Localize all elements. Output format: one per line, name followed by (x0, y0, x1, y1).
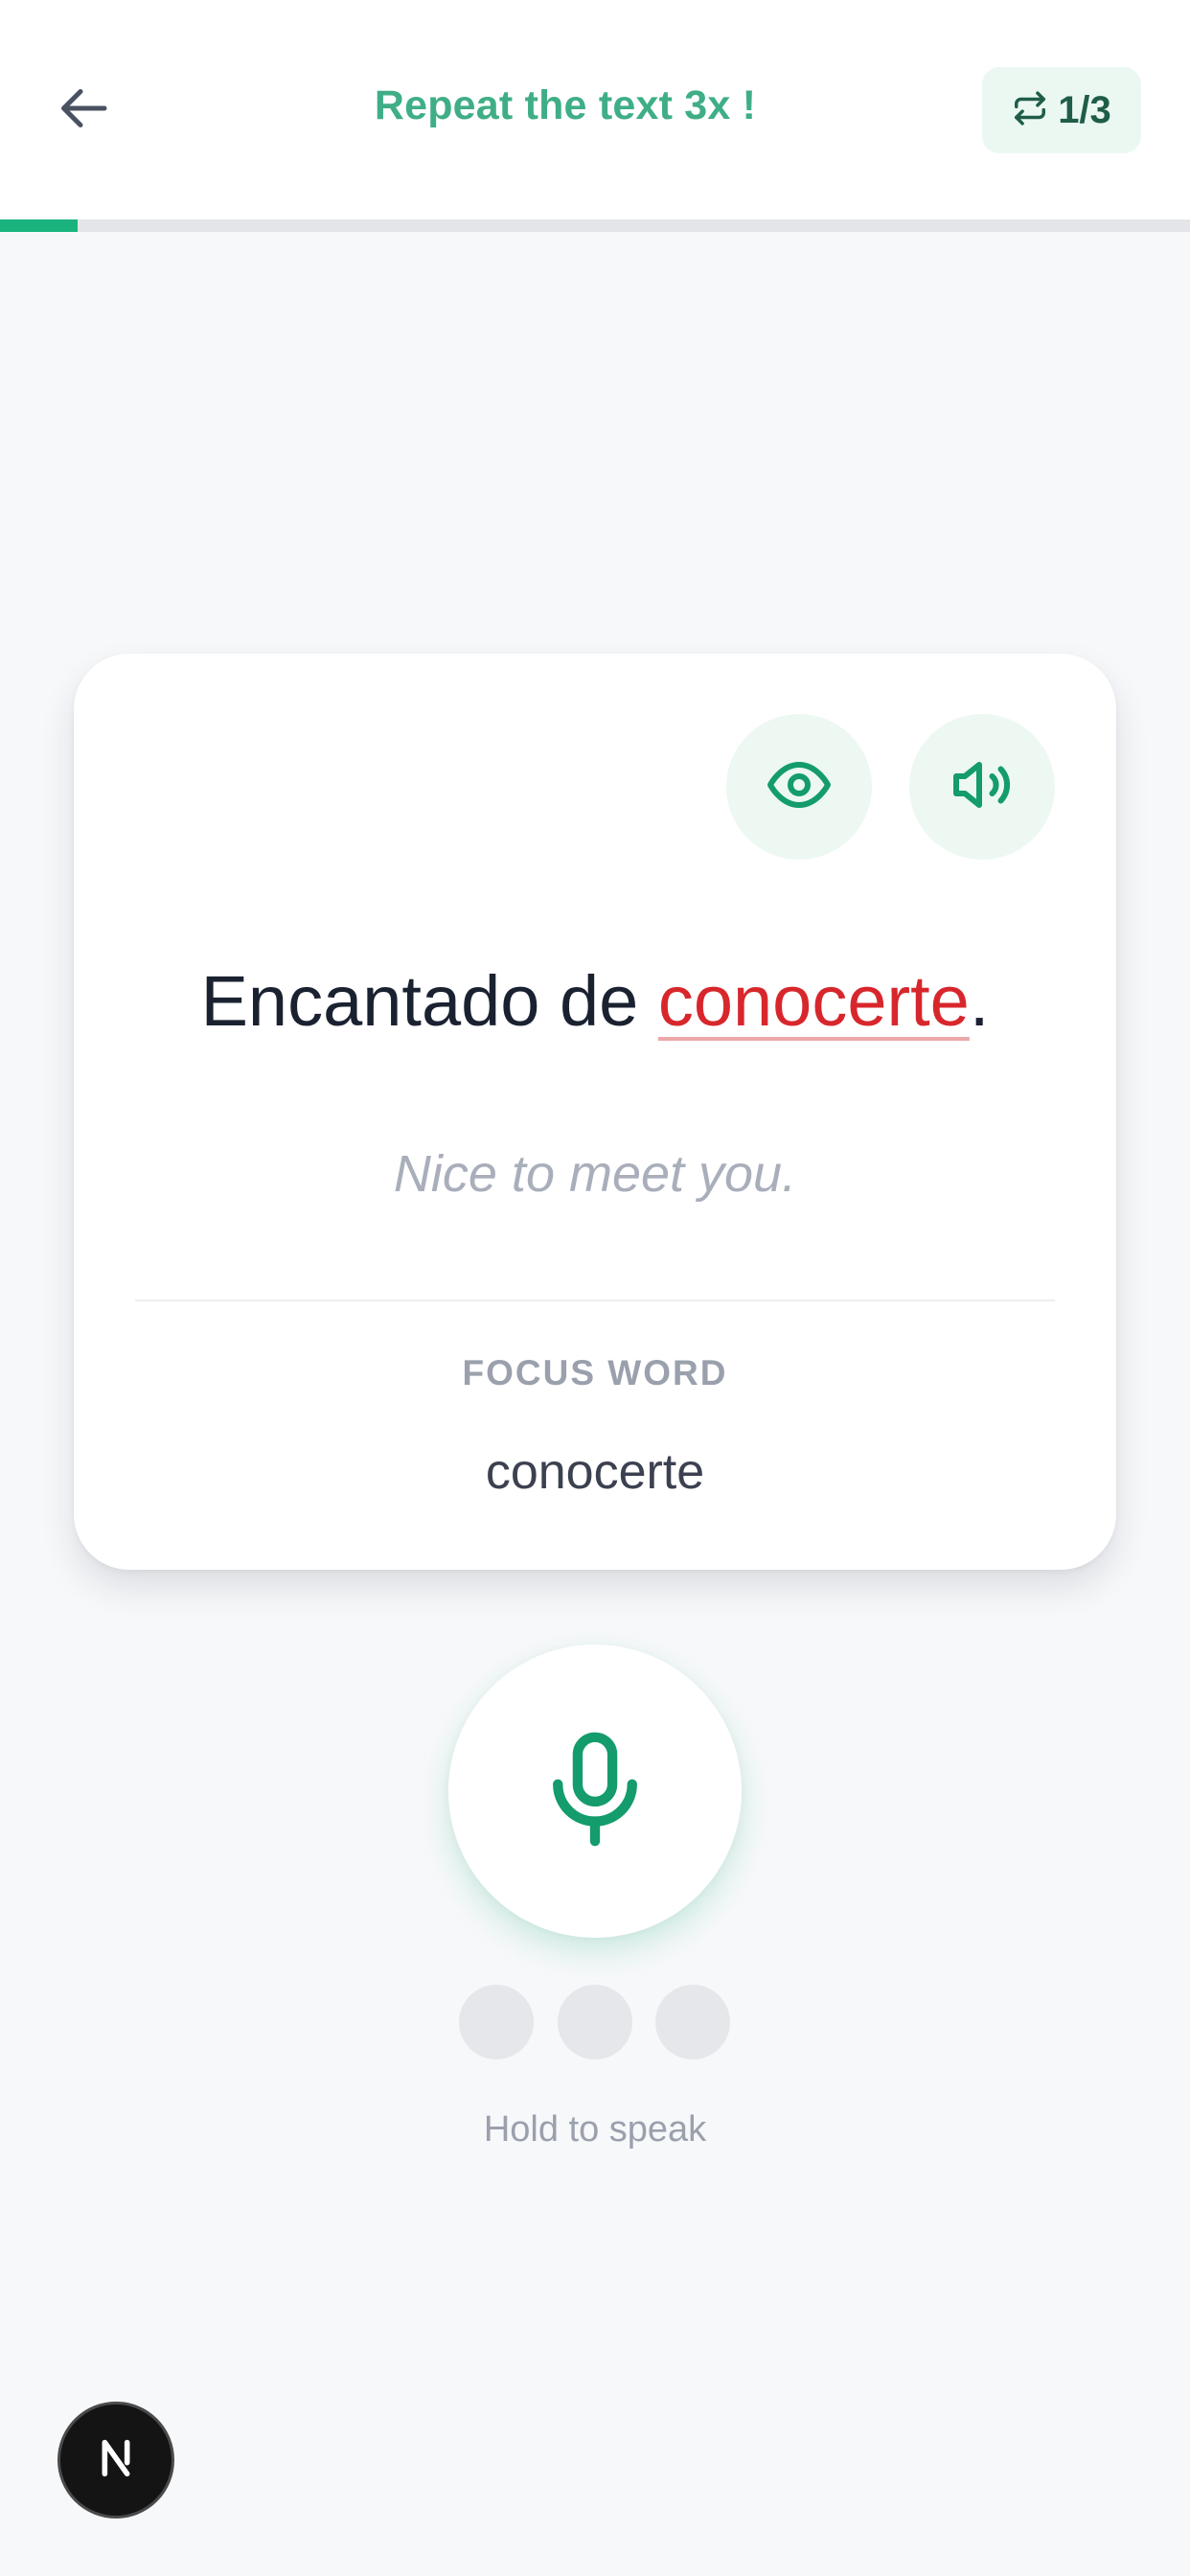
repeat-counter-badge: 1/3 (982, 67, 1141, 153)
sentence-text-before: Encantado de (200, 961, 658, 1041)
top-bar: Repeat the text 3x ! 1/3 (0, 0, 1190, 219)
nextjs-dev-badge[interactable] (57, 2402, 174, 2518)
attempt-indicator (558, 1985, 632, 2059)
microphone-icon (545, 1730, 645, 1853)
progress-bar (0, 219, 1190, 232)
repeat-icon (1012, 90, 1048, 131)
page-title: Repeat the text 3x ! (374, 82, 757, 128)
sentence-focus-word: conocerte (657, 961, 970, 1041)
progress-bar-fill (0, 219, 78, 232)
repeat-counter-text: 1/3 (1058, 88, 1111, 131)
card-divider (135, 1300, 1055, 1301)
show-translation-button[interactable] (726, 714, 872, 860)
eye-icon (765, 750, 834, 824)
target-sentence: Encantado de conocerte. (74, 960, 1116, 1042)
focus-word-value: conocerte (485, 1444, 705, 1500)
nextjs-logo-icon (89, 2431, 143, 2490)
play-audio-button[interactable] (909, 714, 1055, 860)
sentence-text-after: . (969, 961, 990, 1041)
attempt-indicator (655, 1985, 730, 2059)
phrase-card: Encantado de conocerte. Nice to meet you… (74, 654, 1116, 1570)
hold-to-speak-button[interactable] (448, 1644, 742, 1938)
translation-text: Nice to meet you. (393, 1145, 797, 1203)
hold-to-speak-hint: Hold to speak (483, 2109, 707, 2150)
focus-word-label: FOCUS WORD (462, 1353, 728, 1392)
speaker-icon (948, 750, 1017, 824)
attempt-indicator (459, 1985, 534, 2059)
